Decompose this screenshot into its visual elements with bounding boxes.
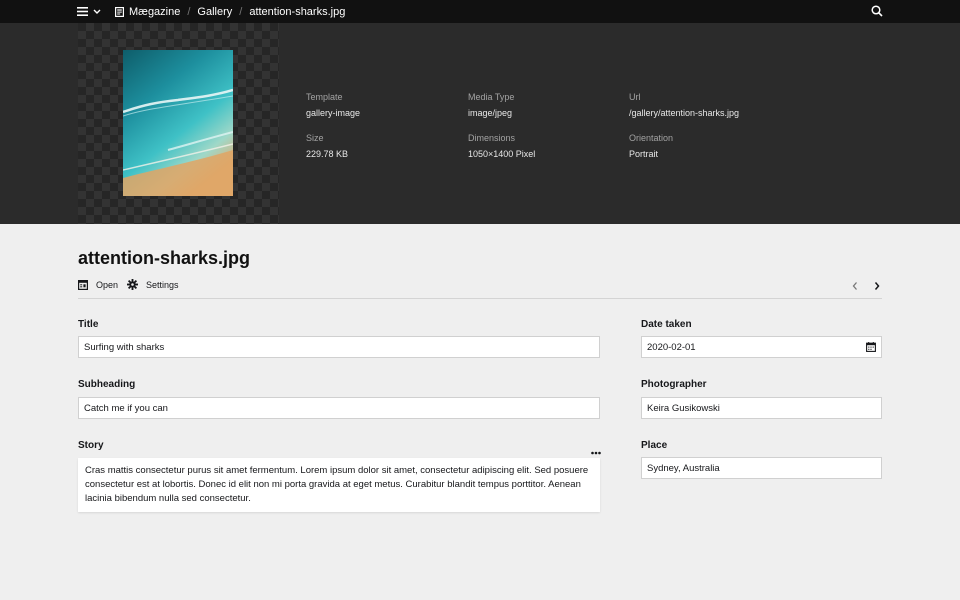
breadcrumb-item-file[interactable]: attention-sharks.jpg bbox=[249, 6, 345, 18]
info-value: gallery-image bbox=[306, 108, 361, 118]
info-label: Media Type bbox=[468, 92, 515, 102]
story-label: Story bbox=[78, 440, 104, 451]
info-value-link[interactable]: /gallery/attention-sharks.jpg bbox=[629, 108, 739, 118]
next-file-button[interactable] bbox=[873, 279, 881, 294]
calendar-button[interactable] bbox=[866, 342, 876, 355]
info-label: Orientation bbox=[629, 133, 674, 143]
image-preview[interactable] bbox=[78, 23, 279, 224]
top-bar: Mægazine / Gallery / attention-sharks.jp… bbox=[0, 0, 960, 23]
story-textarea[interactable]: Cras mattis consectetur purus sit amet f… bbox=[78, 458, 600, 512]
breadcrumb-item-gallery[interactable]: Gallery bbox=[197, 6, 232, 18]
search-icon bbox=[871, 5, 883, 17]
date-taken-input[interactable]: 2020-02-01 bbox=[641, 336, 882, 358]
info-orientation: Orientation Portrait bbox=[629, 133, 673, 159]
date-taken-label: Date taken bbox=[641, 319, 692, 330]
info-media-type: Media Type image/jpeg bbox=[468, 92, 514, 118]
open-icon bbox=[78, 279, 88, 290]
open-button[interactable]: Open bbox=[78, 279, 118, 290]
settings-button[interactable]: Settings bbox=[127, 279, 179, 290]
menu-button[interactable] bbox=[77, 4, 101, 19]
preview-image bbox=[123, 50, 233, 196]
info-size: Size 229.78 KB bbox=[306, 133, 348, 159]
open-label: Open bbox=[96, 279, 119, 290]
breadcrumb-label: Gallery bbox=[197, 5, 233, 18]
info-label: Size bbox=[306, 133, 324, 143]
more-horizontal-icon bbox=[591, 451, 601, 455]
subheading-label: Subheading bbox=[78, 379, 136, 390]
settings-label: Settings bbox=[146, 279, 179, 290]
breadcrumb-separator: / bbox=[187, 5, 191, 18]
photographer-label: Photographer bbox=[641, 379, 707, 390]
info-label: Dimensions bbox=[468, 133, 516, 143]
info-label: Url bbox=[629, 92, 641, 102]
date-taken-value: 2020-02-01 bbox=[647, 341, 696, 353]
subheading-input[interactable]: Catch me if you can bbox=[78, 397, 600, 419]
story-options-button[interactable] bbox=[591, 443, 601, 458]
breadcrumb: Mægazine / Gallery / attention-sharks.jp… bbox=[115, 0, 345, 23]
place-input[interactable]: Sydney, Australia bbox=[641, 457, 882, 479]
hamburger-icon bbox=[77, 7, 88, 16]
calendar-icon bbox=[866, 342, 876, 352]
breadcrumb-label: attention-sharks.jpg bbox=[249, 5, 346, 18]
chevron-right-icon bbox=[874, 282, 880, 290]
info-value: 229.78 KB bbox=[306, 149, 349, 159]
breadcrumb-separator: / bbox=[239, 5, 243, 18]
place-label: Place bbox=[641, 440, 668, 451]
info-value: 1050×1400 Pixel bbox=[468, 149, 536, 159]
info-dimensions: Dimensions 1050×1400 Pixel bbox=[468, 133, 535, 159]
breadcrumb-item-site[interactable]: Mægazine bbox=[115, 6, 180, 18]
info-value: Portrait bbox=[629, 149, 659, 159]
title-input[interactable]: Surfing with sharks bbox=[78, 336, 600, 358]
page-icon bbox=[115, 6, 124, 17]
chevron-down-icon bbox=[93, 9, 101, 14]
page-toolbar: Open Settings bbox=[78, 279, 882, 299]
gear-icon bbox=[127, 279, 138, 290]
info-url: Url /gallery/attention-sharks.jpg bbox=[629, 92, 739, 118]
info-template: Template gallery-image bbox=[306, 92, 360, 118]
info-label: Template bbox=[306, 92, 343, 102]
file-header: Template gallery-image Media Type image/… bbox=[0, 23, 960, 224]
title-label: Title bbox=[78, 319, 99, 330]
info-value: image/jpeg bbox=[468, 108, 513, 118]
page-title: attention-sharks.jpg bbox=[78, 248, 251, 268]
previous-file-button[interactable] bbox=[851, 279, 859, 294]
chevron-left-icon bbox=[852, 282, 857, 290]
search-button[interactable] bbox=[871, 5, 883, 20]
photographer-input[interactable]: Keira Gusikowski bbox=[641, 397, 882, 419]
breadcrumb-label: Mægazine bbox=[129, 5, 181, 18]
